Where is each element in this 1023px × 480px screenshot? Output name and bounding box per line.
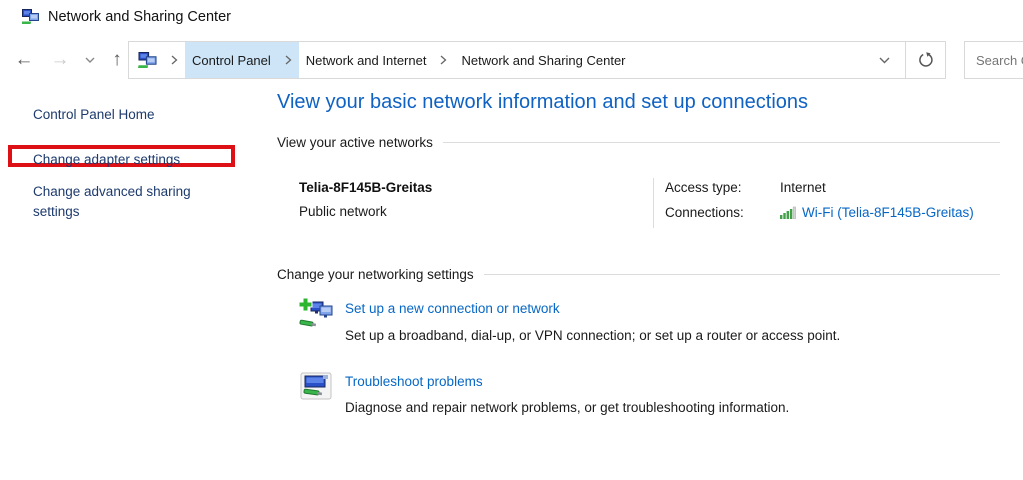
section-title: Change your networking settings bbox=[277, 267, 474, 282]
search-box[interactable] bbox=[964, 41, 1023, 79]
new-connection-icon bbox=[299, 297, 333, 331]
troubleshoot-description: Diagnose and repair network problems, or… bbox=[345, 400, 789, 415]
network-type: Public network bbox=[299, 204, 387, 219]
breadcrumb-segment-network-and-sharing-center[interactable]: Network and Sharing Center bbox=[454, 42, 632, 78]
section-divider bbox=[484, 274, 1000, 275]
page-title: View your basic network information and … bbox=[277, 91, 808, 114]
network-divider bbox=[653, 178, 654, 228]
network-icon bbox=[129, 42, 164, 78]
refresh-icon[interactable] bbox=[905, 42, 945, 78]
address-dropdown-chevron-icon[interactable] bbox=[863, 42, 905, 78]
setup-connection-description: Set up a broadband, dial-up, or VPN conn… bbox=[345, 328, 840, 343]
window-title: Network and Sharing Center bbox=[48, 9, 231, 25]
address-bar[interactable]: Control Panel Network and Internet Netwo… bbox=[128, 41, 946, 79]
connections-value: Wi-Fi (Telia-8F145B-Greitas) bbox=[780, 205, 974, 220]
settings-section-header: Change your networking settings bbox=[277, 267, 1000, 282]
network-icon bbox=[22, 9, 39, 25]
section-title: View your active networks bbox=[277, 135, 433, 150]
address-bar-spacer bbox=[633, 42, 864, 78]
troubleshoot-link[interactable]: Troubleshoot problems bbox=[345, 374, 483, 389]
task-troubleshoot: Troubleshoot problems Diagnose and repai… bbox=[299, 368, 789, 415]
breadcrumb-chevron-icon[interactable] bbox=[278, 42, 299, 78]
breadcrumb-segment-network-and-internet[interactable]: Network and Internet bbox=[299, 42, 434, 78]
breadcrumb-chevron-icon[interactable] bbox=[164, 42, 185, 78]
section-divider bbox=[443, 142, 1000, 143]
access-type-label: Access type: bbox=[665, 180, 780, 195]
breadcrumb-segment-control-panel[interactable]: Control Panel bbox=[185, 42, 278, 78]
setup-connection-link[interactable]: Set up a new connection or network bbox=[345, 301, 560, 316]
title-bar: Network and Sharing Center bbox=[0, 0, 1023, 34]
task-setup-connection: Set up a new connection or network Set u… bbox=[299, 295, 840, 343]
connections-label: Connections: bbox=[665, 205, 780, 220]
network-name: Telia-8F145B-Greitas bbox=[299, 180, 432, 195]
access-type-value: Internet bbox=[780, 180, 974, 195]
forward-button[interactable]: → bbox=[44, 41, 76, 79]
active-networks-section-header: View your active networks bbox=[277, 135, 1000, 150]
recent-locations-chevron-icon[interactable] bbox=[78, 41, 102, 79]
sidebar-item-change-adapter-settings[interactable]: Change adapter settings bbox=[33, 152, 180, 167]
search-input[interactable] bbox=[965, 42, 1023, 78]
navigation-toolbar: ← → ↑ Control Panel Network and Internet… bbox=[0, 41, 1023, 79]
back-button[interactable]: ← bbox=[8, 41, 40, 79]
breadcrumb-chevron-icon[interactable] bbox=[433, 42, 454, 78]
sidebar-item-change-advanced-sharing-settings[interactable]: Change advanced sharing settings bbox=[33, 182, 215, 222]
sidebar-item-control-panel-home[interactable]: Control Panel Home bbox=[33, 107, 155, 122]
wifi-signal-icon bbox=[780, 206, 797, 219]
troubleshoot-icon bbox=[299, 370, 333, 404]
wifi-connection-link[interactable]: Wi-Fi (Telia-8F145B-Greitas) bbox=[802, 205, 974, 220]
network-details: Access type: Internet Connections: Wi-Fi… bbox=[665, 180, 974, 220]
